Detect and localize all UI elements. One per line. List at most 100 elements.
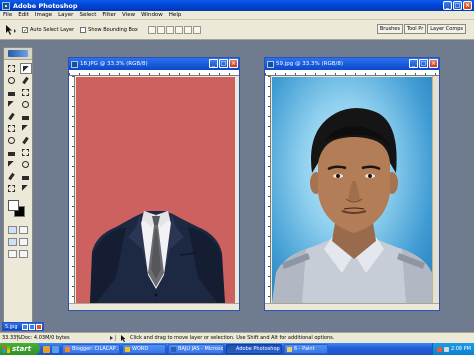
show-bounding-box-checkbox[interactable] (80, 26, 87, 33)
history-brush-tool-icon[interactable] (20, 111, 32, 122)
type-tool-icon[interactable] (20, 147, 32, 158)
auto-select-layer-checkbox[interactable]: ✓ (22, 26, 28, 33)
slice-tool-icon[interactable] (20, 87, 32, 98)
clone-stamp-tool-icon[interactable] (6, 111, 18, 122)
palette-tab-layer-comps[interactable]: Layer Comps (427, 24, 466, 34)
close-button[interactable]: × (463, 1, 472, 10)
marquee-tool-icon[interactable] (6, 63, 18, 74)
menu-image[interactable]: Image (35, 12, 52, 18)
document-canvas[interactable] (272, 77, 435, 304)
slice-tool-glyph (22, 89, 29, 96)
healing-brush-tool-icon[interactable] (6, 99, 18, 110)
document-close-button[interactable]: × (229, 59, 238, 68)
gradient-tool-icon[interactable] (20, 123, 32, 134)
move-tool-icon[interactable] (20, 63, 32, 74)
restore-button[interactable] (22, 324, 28, 330)
menu-layer[interactable]: Layer (58, 12, 73, 18)
clone-stamp-tool-glyph (8, 112, 15, 121)
dodge-tool-icon[interactable] (20, 135, 32, 146)
jump-to-imageready-button[interactable] (19, 250, 28, 258)
firefox-quick-launch-icon[interactable] (43, 345, 50, 353)
standard-screen-mode-button[interactable] (8, 238, 17, 246)
zoom-level[interactable]: 33.33% (0, 335, 21, 341)
auto-select-layer-label: Auto Select Layer (30, 26, 75, 33)
taskbar-button-label: Blogger: CILACAP ... (72, 346, 120, 352)
palette-tab-tool-presets[interactable]: Tool Pr (403, 24, 427, 34)
document-title-bar[interactable]: 18.JPG @ 33.3% (RGB/8) _ □ × (69, 58, 239, 70)
full-screen-mode-button[interactable] (8, 250, 17, 258)
menu-help[interactable]: Help (169, 12, 182, 18)
quick-launch (40, 345, 62, 353)
menu-select[interactable]: Select (79, 12, 96, 18)
document-title-bar[interactable]: 59.jpg @ 33.3% (RGB/8) _ □ × (265, 58, 439, 70)
document-status-strip (69, 303, 239, 310)
menu-view[interactable]: View (122, 12, 135, 18)
show-bounding-box-option[interactable]: Show Bounding Box (80, 26, 138, 33)
notes-tool-icon[interactable] (6, 171, 18, 182)
crop-tool-icon[interactable] (6, 87, 18, 98)
taskbar-button[interactable]: Adobe Photoshop (226, 344, 282, 354)
antivirus-tray-icon[interactable] (436, 346, 442, 352)
align-bottom-icon[interactable] (165, 25, 174, 34)
path-selection-tool-icon[interactable] (6, 147, 18, 158)
eyedropper-tool-icon[interactable] (20, 171, 32, 182)
document-size-info[interactable]: Doc: 4.03M/0 bytes (18, 335, 116, 341)
menu-edit[interactable]: Edit (18, 12, 29, 18)
document-canvas[interactable] (76, 77, 235, 304)
align-hcenter-icon[interactable] (183, 25, 192, 34)
align-right-icon[interactable] (192, 25, 201, 34)
document-maximize-button[interactable]: □ (219, 59, 228, 68)
document-minimize-button[interactable]: _ (409, 59, 418, 68)
document-maximize-button[interactable]: □ (419, 59, 428, 68)
menu-file[interactable]: File (3, 12, 12, 18)
document-window-18: 18.JPG @ 33.3% (RGB/8) _ □ × (68, 57, 240, 311)
foreground-color-swatch[interactable] (8, 200, 19, 211)
document-minimize-button[interactable]: _ (209, 59, 218, 68)
maximize-button[interactable] (29, 324, 35, 330)
healing-brush-tool-glyph (8, 101, 15, 108)
minimized-document-window[interactable]: 5.jpg (2, 322, 44, 331)
lasso-tool-icon[interactable] (6, 75, 18, 86)
magic-wand-tool-icon[interactable] (20, 75, 32, 86)
minimize-button[interactable]: _ (443, 1, 452, 10)
volume-tray-icon[interactable] (443, 346, 449, 352)
clock[interactable]: 2:08 PM (451, 346, 471, 352)
hand-tool-icon[interactable] (6, 183, 18, 194)
align-top-icon[interactable] (147, 25, 156, 34)
jump-to-buttons (4, 248, 32, 260)
menu-window[interactable]: Window (141, 12, 163, 18)
taskbar-button[interactable]: 6 - Paint (284, 344, 328, 354)
align-vcenter-icon[interactable] (156, 25, 165, 34)
brush-tool-icon[interactable] (20, 99, 32, 110)
menu-filter[interactable]: Filter (102, 12, 116, 18)
adobe-online-icon[interactable] (8, 50, 28, 57)
auto-select-layer-option[interactable]: ✓ Auto Select Layer (22, 26, 75, 33)
move-tool-glyph (23, 66, 30, 73)
full-screen-menu-mode-button[interactable] (19, 238, 28, 246)
color-swatches (4, 198, 32, 224)
status-menu-arrow-icon[interactable] (110, 336, 113, 340)
document-vertical-scrollbar[interactable] (432, 76, 439, 304)
standard-mode-button[interactable] (8, 226, 17, 234)
maximize-button[interactable]: □ (453, 1, 462, 10)
move-tool-preset-icon[interactable] (4, 24, 18, 36)
palette-tab-brushes[interactable]: Brushes (376, 24, 403, 34)
align-left-icon[interactable] (174, 25, 183, 34)
zoom-tool-icon[interactable] (20, 183, 32, 194)
eraser-tool-icon[interactable] (6, 123, 18, 134)
lasso-tool-glyph (8, 77, 15, 84)
pen-tool-icon[interactable] (6, 159, 18, 170)
show-desktop-icon[interactable] (52, 345, 59, 353)
toolbox-header[interactable] (4, 48, 32, 60)
taskbar-button[interactable]: BAJU JAS - Microso... (168, 344, 224, 354)
taskbar-button[interactable]: WORD (122, 344, 166, 354)
close-button[interactable] (36, 324, 42, 330)
taskbar-button[interactable]: Blogger: CILACAP ... (62, 344, 120, 354)
start-button[interactable]: start (0, 343, 40, 355)
marquee-tool-glyph (8, 65, 15, 72)
blur-tool-icon[interactable] (6, 135, 18, 146)
document-close-button[interactable]: × (429, 59, 438, 68)
zoom-tool-glyph (22, 185, 29, 192)
quick-mask-mode-button[interactable] (19, 226, 28, 234)
shape-tool-icon[interactable] (20, 159, 32, 170)
